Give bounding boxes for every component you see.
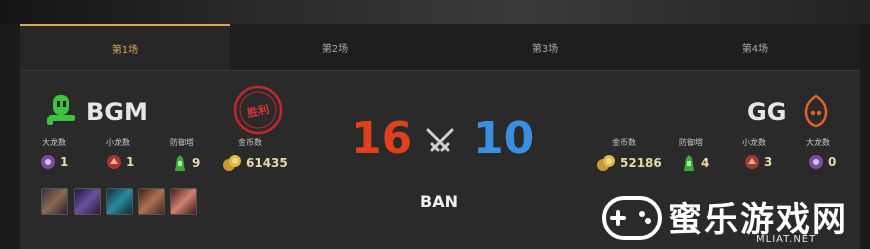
tab-game-4[interactable]: 第4场 [650,24,860,70]
right-baron-stat: 0 [808,154,836,170]
gold-icon [597,155,615,171]
tower-icon [175,155,185,171]
dragon-icon [745,155,759,169]
top-background [0,0,870,24]
left-baron-value: 1 [60,155,69,169]
baron-icon [41,155,55,169]
baron-icon [809,155,823,169]
tower-icon [684,155,694,171]
right-gold-value: 52186 [620,156,662,170]
left-gold-label: 金币数 [238,138,262,147]
watermark-sub: MLIAT.NET [756,234,817,245]
champion-ban-5[interactable] [170,188,197,215]
right-tower-value: 4 [701,156,710,170]
right-gold-stat: 52186 [596,154,662,172]
left-tower-stat: 9 [172,154,200,172]
crossed-swords-icon [426,128,454,152]
champion-ban-1[interactable] [41,188,68,215]
tab-divider [20,70,860,71]
right-dragon-value: 3 [764,155,773,169]
left-dragon-stat: 1 [106,154,134,170]
win-stamp: 胜利 [233,85,283,135]
bgm-logo-icon [47,95,75,125]
win-stamp-text: 胜利 [245,102,270,120]
left-dragon-label: 小龙数 [106,138,130,147]
champion-ban-4[interactable] [138,188,165,215]
watermark: 蜜乐游戏网 MLIAT.NET [598,190,860,249]
left-baron-stat: 1 [40,154,68,170]
left-gold-stat: 61435 [222,154,288,172]
champion-ban-2[interactable] [74,188,101,215]
left-tower-label: 防御塔 [170,138,194,147]
game-tabs: 第1场 第2场 第3场 第4场 [20,24,860,70]
tab-game-1[interactable]: 第1场 [20,24,230,70]
right-tower-stat: 4 [681,154,709,172]
right-baron-value: 0 [828,155,837,169]
gold-icon [223,155,241,171]
right-score: 10 [473,113,535,164]
left-gold-value: 61435 [246,156,288,170]
right-team-name: GG [747,98,787,126]
champion-ban-3[interactable] [106,188,133,215]
dragon-icon [107,155,121,169]
ban-label: BAN [420,192,458,211]
right-dragon-label: 小龙数 [742,138,766,147]
left-tower-value: 9 [192,156,201,170]
left-baron-label: 大龙数 [42,138,66,147]
left-dragon-value: 1 [126,155,135,169]
right-dragon-stat: 3 [744,154,772,170]
right-baron-label: 大龙数 [806,138,830,147]
left-team-name: BGM [86,98,148,126]
gg-logo-icon [804,94,828,128]
gamepad-icon [602,196,662,240]
left-score: 16 [351,113,413,164]
tab-game-3[interactable]: 第3场 [440,24,650,70]
right-gold-label: 金币数 [612,138,636,147]
right-tower-label: 防御塔 [679,138,703,147]
tab-game-2[interactable]: 第2场 [230,24,440,70]
